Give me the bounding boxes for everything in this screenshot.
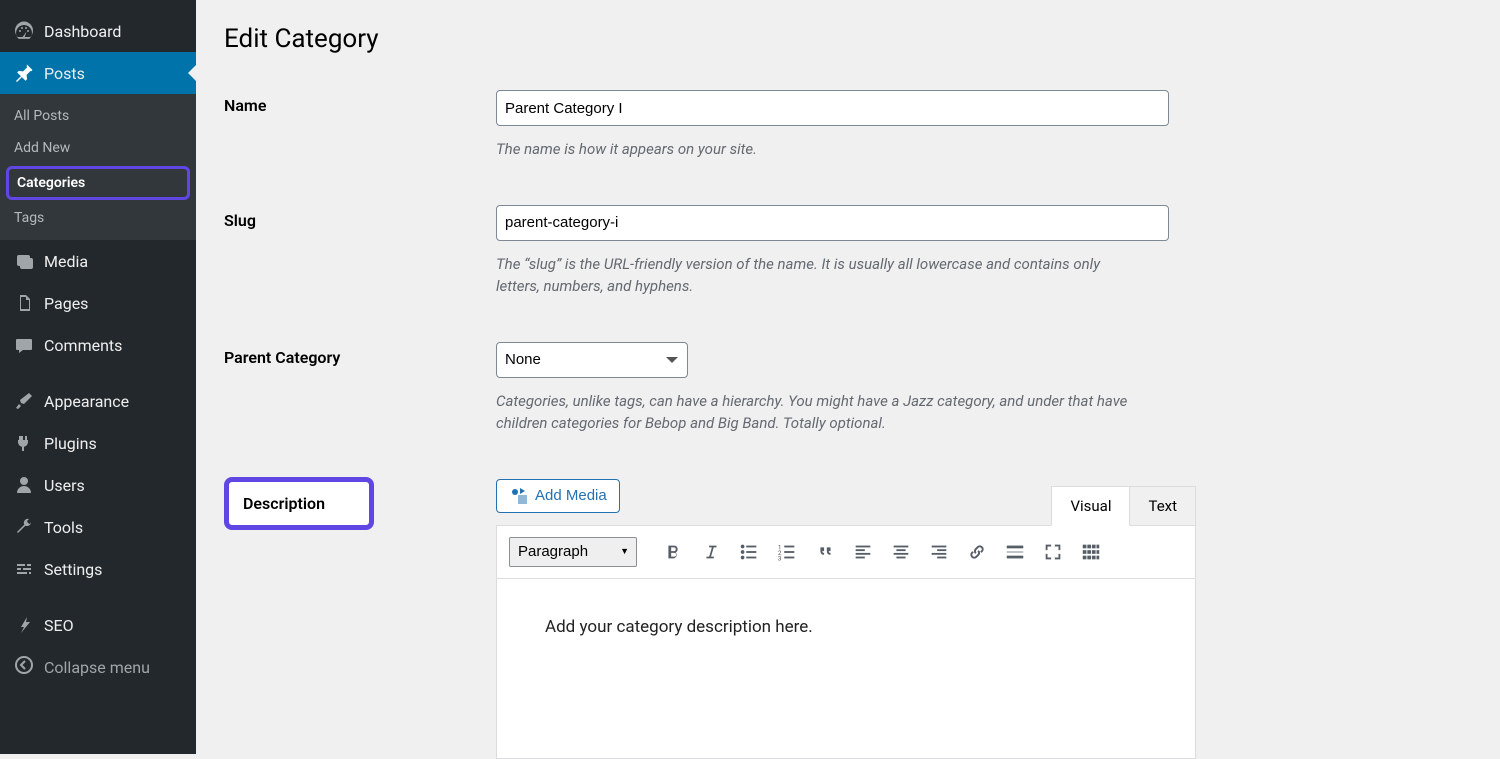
- menu-settings[interactable]: Settings: [0, 548, 196, 590]
- align-right-button[interactable]: [923, 536, 955, 568]
- name-input[interactable]: [496, 90, 1169, 126]
- seo-icon: [14, 615, 34, 635]
- comment-icon: [14, 335, 34, 355]
- editor-content: Add your category description here.: [545, 617, 1147, 637]
- name-label: Name: [224, 90, 496, 161]
- parent-help: Categories, unlike tags, can have a hier…: [496, 390, 1136, 435]
- menu-separator: [0, 590, 196, 604]
- blockquote-button[interactable]: [809, 536, 841, 568]
- italic-button[interactable]: [695, 536, 727, 568]
- tab-text[interactable]: Text: [1129, 486, 1196, 526]
- add-media-label: Add Media: [535, 487, 607, 504]
- editor: Paragraph 123 Add: [496, 525, 1196, 759]
- menu-dashboard[interactable]: Dashboard: [0, 10, 196, 52]
- user-icon: [14, 475, 34, 495]
- menu-label: Comments: [44, 336, 122, 355]
- format-select[interactable]: Paragraph: [509, 537, 637, 567]
- menu-comments[interactable]: Comments: [0, 324, 196, 366]
- menu-label: Pages: [44, 294, 88, 313]
- field-parent: Parent Category None Categories, unlike …: [224, 342, 1476, 435]
- align-center-button[interactable]: [885, 536, 917, 568]
- wrench-icon: [14, 517, 34, 537]
- media-icon: [509, 486, 529, 506]
- pushpin-icon: [14, 63, 34, 83]
- add-media-button[interactable]: Add Media: [496, 479, 620, 513]
- description-label: Description: [224, 477, 374, 530]
- menu-pages[interactable]: Pages: [0, 282, 196, 324]
- submenu-categories[interactable]: Categories: [6, 166, 190, 200]
- slug-input[interactable]: [496, 205, 1169, 241]
- plug-icon: [14, 433, 34, 453]
- menu-label: Media: [44, 252, 88, 271]
- submenu-posts: All Posts Add New Categories Tags: [0, 94, 196, 240]
- menu-label: SEO: [44, 616, 74, 635]
- tab-visual[interactable]: Visual: [1051, 486, 1130, 526]
- collapse-menu[interactable]: Collapse menu: [0, 646, 196, 688]
- brush-icon: [14, 391, 34, 411]
- sliders-icon: [14, 559, 34, 579]
- numbered-list-button[interactable]: 123: [771, 536, 803, 568]
- name-help: The name is how it appears on your site.: [496, 138, 1136, 161]
- slug-label: Slug: [224, 205, 496, 298]
- collapse-icon: [14, 655, 34, 679]
- menu-label: Plugins: [44, 434, 97, 453]
- svg-text:3: 3: [778, 554, 782, 562]
- fullscreen-button[interactable]: [1037, 536, 1069, 568]
- menu-label: Tools: [44, 518, 83, 537]
- submenu-all-posts[interactable]: All Posts: [0, 100, 196, 132]
- gauge-icon: [14, 21, 34, 41]
- menu-plugins[interactable]: Plugins: [0, 422, 196, 464]
- menu-tools[interactable]: Tools: [0, 506, 196, 548]
- submenu-add-new[interactable]: Add New: [0, 132, 196, 164]
- menu-media[interactable]: Media: [0, 240, 196, 282]
- read-more-button[interactable]: [999, 536, 1031, 568]
- menu-label: Appearance: [44, 392, 129, 411]
- page-title: Edit Category: [224, 24, 1476, 54]
- media-icon: [14, 251, 34, 271]
- page-icon: [14, 293, 34, 313]
- menu-appearance[interactable]: Appearance: [0, 380, 196, 422]
- menu-label: Settings: [44, 560, 102, 579]
- menu-posts[interactable]: Posts: [0, 52, 196, 94]
- menu-label: Users: [44, 476, 85, 495]
- menu-label: Posts: [44, 64, 85, 83]
- link-button[interactable]: [961, 536, 993, 568]
- slug-help: The “slug” is the URL-friendly version o…: [496, 253, 1136, 298]
- bulleted-list-button[interactable]: [733, 536, 765, 568]
- field-name: Name The name is how it appears on your …: [224, 90, 1476, 161]
- menu-users[interactable]: Users: [0, 464, 196, 506]
- editor-tabs: Visual Text: [1052, 486, 1196, 526]
- field-description: Description Add Media Visual Text Paragr…: [224, 479, 1476, 759]
- parent-select[interactable]: None: [496, 342, 688, 378]
- toolbar-toggle-button[interactable]: [1075, 536, 1107, 568]
- page-content: Edit Category Name The name is how it ap…: [196, 0, 1500, 754]
- menu-separator: [0, 366, 196, 380]
- editor-toolbar: Paragraph 123: [497, 526, 1195, 578]
- editor-body[interactable]: Add your category description here.: [497, 578, 1195, 758]
- parent-label: Parent Category: [224, 342, 496, 435]
- menu-label: Dashboard: [44, 22, 121, 41]
- field-slug: Slug The “slug” is the URL-friendly vers…: [224, 205, 1476, 298]
- description-label-wrap: Description: [224, 479, 496, 759]
- bold-button[interactable]: [657, 536, 689, 568]
- align-left-button[interactable]: [847, 536, 879, 568]
- menu-label: Collapse menu: [44, 658, 150, 677]
- menu-seo[interactable]: SEO: [0, 604, 196, 646]
- admin-sidebar: Dashboard Posts All Posts Add New Catego…: [0, 0, 196, 754]
- submenu-tags[interactable]: Tags: [0, 202, 196, 234]
